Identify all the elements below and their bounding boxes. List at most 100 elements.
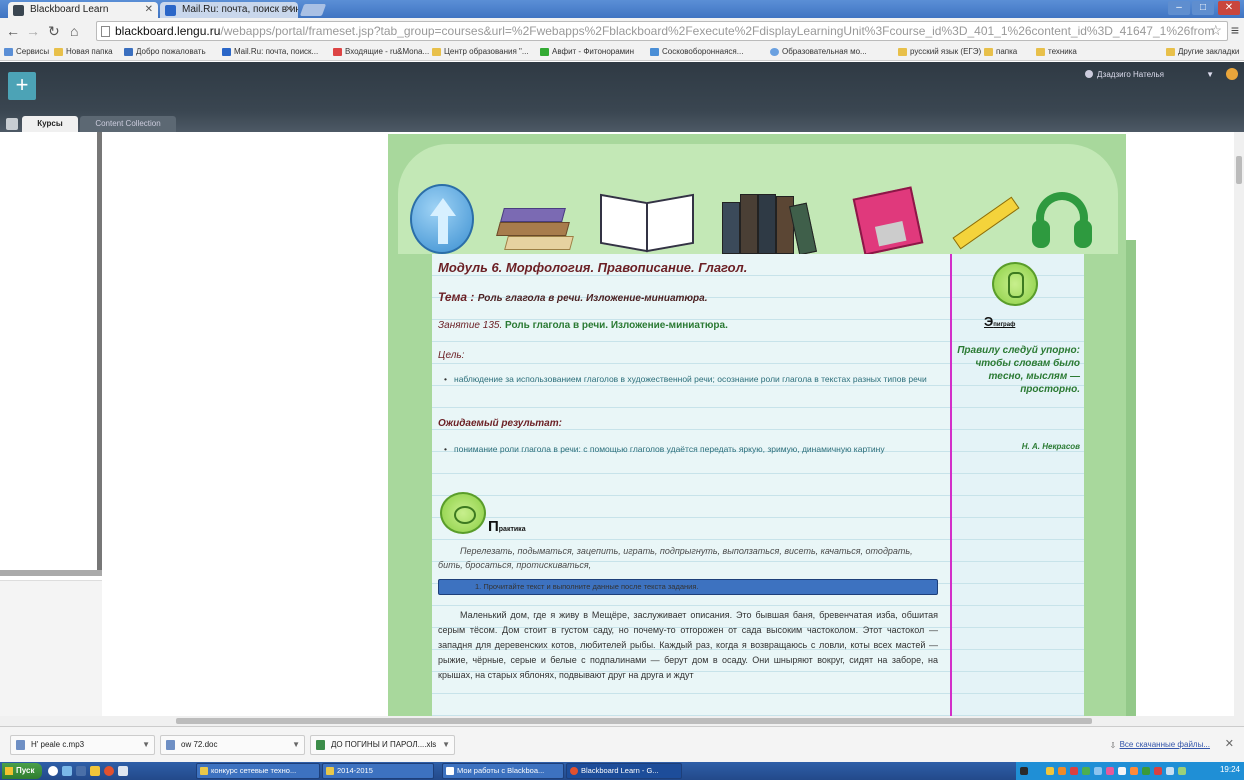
close-icon[interactable]: ✕ bbox=[1225, 737, 1234, 750]
bookmark-item[interactable]: папка bbox=[984, 46, 1017, 58]
bookmark-item[interactable]: Авфит - Фитонорамин bbox=[540, 46, 634, 58]
scroll-thumb[interactable] bbox=[1236, 156, 1242, 184]
folder-icon[interactable] bbox=[90, 766, 100, 776]
content-shadow bbox=[1126, 240, 1136, 716]
tray-app-icon[interactable] bbox=[1058, 767, 1066, 775]
lesson-number: Занятие 135. bbox=[438, 320, 503, 331]
tab-courses[interactable]: Курсы bbox=[22, 116, 78, 132]
bookmark-label: Сервисы bbox=[16, 47, 50, 56]
edit-pencil-icon[interactable] bbox=[6, 118, 18, 130]
bookmark-item[interactable]: русский язык (ЕГЭ) bbox=[898, 46, 981, 58]
ie-icon[interactable] bbox=[48, 766, 58, 776]
download-bar: Н' peale c.mp3 ▼ ow 72.doc ▼ ДО ПОГИНЫ И… bbox=[0, 726, 1244, 762]
epigraph-sidebar: Эпиграф Правилу следуй упорно: чтобы сло… bbox=[952, 254, 1084, 716]
result-heading: Ожидаемый результат: bbox=[438, 418, 562, 429]
floppy-disks-icon[interactable] bbox=[852, 186, 924, 256]
new-tab-button[interactable] bbox=[299, 4, 327, 16]
horizontal-scrollbar[interactable] bbox=[0, 716, 1244, 726]
start-button[interactable]: Пуск bbox=[2, 763, 42, 779]
address-bar[interactable]: blackboard.lengu.ru/webapps/portal/frame… bbox=[96, 21, 1228, 41]
bookmark-item[interactable]: Сервисы bbox=[4, 46, 49, 58]
language-icon[interactable] bbox=[1020, 767, 1028, 775]
download-filename: ДО ПОГИНЫ И ПАРОЛ....xls bbox=[331, 740, 437, 749]
open-book-icon[interactable] bbox=[600, 192, 696, 254]
books-stack-icon[interactable] bbox=[496, 196, 574, 252]
practice-rest: рактика bbox=[498, 526, 526, 533]
other-bookmarks[interactable]: Другие закладки bbox=[1166, 46, 1239, 58]
headphones-icon[interactable] bbox=[1030, 192, 1094, 254]
maximize-icon[interactable]: □ bbox=[1192, 1, 1214, 15]
tray-app-icon[interactable] bbox=[1106, 767, 1114, 775]
bookmark-item[interactable]: Входящие - ru&Mona... bbox=[333, 46, 429, 58]
up-arrow-icon[interactable] bbox=[410, 184, 474, 254]
tab-title: Mail.Ru: почта, поиск в инт bbox=[182, 4, 298, 15]
bookmark-item[interactable]: Mail.Ru: почта, поиск... bbox=[222, 46, 318, 58]
tab-close-icon[interactable]: ✕ bbox=[145, 2, 153, 18]
ruled-lines bbox=[952, 254, 1084, 716]
tray-app-icon[interactable] bbox=[1178, 767, 1186, 775]
download-item[interactable]: ДО ПОГИНЫ И ПАРОЛ....xls ▼ bbox=[310, 735, 455, 755]
page-icon bbox=[650, 48, 659, 56]
taskbar-item[interactable]: конкурс сетевые техно... bbox=[196, 763, 320, 779]
bookmark-item[interactable]: Сосковобороннаяся... bbox=[650, 46, 743, 58]
bookmark-item[interactable]: техника bbox=[1036, 46, 1077, 58]
desktop-icon[interactable] bbox=[76, 766, 86, 776]
topic-line: Тема : Роль глагола в речи. Изложение-ми… bbox=[438, 290, 708, 304]
hamburger-menu-icon[interactable]: ≡ bbox=[1231, 22, 1239, 38]
tray-app-icon[interactable] bbox=[1130, 767, 1138, 775]
bookmark-item[interactable]: Добро пожаловать bbox=[124, 46, 206, 58]
pencil-icon[interactable] bbox=[944, 196, 1020, 250]
tab-content-collection[interactable]: Content Collection bbox=[80, 116, 176, 132]
bookmark-star-icon[interactable]: ☆ bbox=[1209, 22, 1222, 39]
tray-app-icon[interactable] bbox=[1142, 767, 1150, 775]
taskbar-item[interactable]: 2014-2015 bbox=[322, 763, 434, 779]
taskbar-item[interactable]: Мои работы с Blackboa... bbox=[442, 763, 564, 779]
tab-mail-ru[interactable]: Mail.Ru: почта, поиск в инт ✕ bbox=[160, 2, 298, 18]
pane-divider[interactable] bbox=[97, 132, 102, 572]
chrome-icon[interactable] bbox=[104, 766, 114, 776]
tray-app-icon[interactable] bbox=[1166, 767, 1174, 775]
volume-icon[interactable] bbox=[1118, 767, 1126, 775]
tab-close-icon[interactable]: ✕ bbox=[285, 2, 293, 18]
chevron-down-icon[interactable]: ▼ bbox=[442, 736, 450, 754]
download-item[interactable]: Н' peale c.mp3 ▼ bbox=[10, 735, 155, 755]
chevron-down-icon[interactable]: ▼ bbox=[1206, 70, 1214, 79]
chevron-down-icon[interactable]: ▼ bbox=[292, 736, 300, 754]
result-item: понимание роли глагола в речи: с помощью… bbox=[444, 444, 934, 455]
notifications-icon[interactable] bbox=[1226, 68, 1238, 80]
pharmacy-icon bbox=[540, 48, 549, 56]
network-icon[interactable] bbox=[1094, 767, 1102, 775]
add-plus-button[interactable]: + bbox=[8, 72, 36, 100]
bookmark-item[interactable]: Новая папка bbox=[54, 46, 113, 58]
download-item[interactable]: ow 72.doc ▼ bbox=[160, 735, 305, 755]
tray-app-icon[interactable] bbox=[1154, 767, 1162, 775]
user-menu[interactable]: Дзадзиго Нателья bbox=[1085, 70, 1164, 79]
practice-words: Перелезать, подыматься, зацепить, играть… bbox=[438, 546, 913, 570]
reload-icon[interactable]: ↻ bbox=[48, 22, 60, 40]
back-arrow-icon[interactable]: ← bbox=[6, 22, 20, 40]
tray-app-icon[interactable] bbox=[1082, 767, 1090, 775]
bookmark-item[interactable]: Образовательная мо... bbox=[770, 46, 867, 58]
bookmark-label: папка bbox=[996, 47, 1018, 56]
tray-app-icon[interactable] bbox=[1046, 767, 1054, 775]
folder-icon bbox=[898, 48, 907, 56]
tab-blackboard-learn[interactable]: Blackboard Learn ✕ bbox=[8, 2, 158, 18]
bookmark-item[interactable]: Центр образования "... bbox=[432, 46, 529, 58]
lesson-text: Роль глагола в речи. Изложение-миниатюра… bbox=[502, 320, 728, 331]
forward-arrow-icon[interactable]: → bbox=[26, 22, 40, 40]
taskbar-item-active[interactable]: Blackboard Learn - G... bbox=[566, 763, 682, 779]
vertical-scrollbar[interactable] bbox=[1234, 132, 1244, 716]
media-icon[interactable] bbox=[118, 766, 128, 776]
pane-scrollbar[interactable] bbox=[0, 570, 102, 576]
minimize-icon[interactable]: – bbox=[1168, 1, 1190, 15]
home-icon[interactable]: ⌂ bbox=[70, 22, 78, 40]
download-filename: ow 72.doc bbox=[181, 740, 218, 749]
tray-app-icon[interactable] bbox=[1070, 767, 1078, 775]
chevron-down-icon[interactable]: ▼ bbox=[142, 736, 150, 754]
bookmark-label: Образовательная мо... bbox=[782, 47, 867, 56]
scroll-thumb[interactable] bbox=[176, 718, 1092, 724]
explorer-icon[interactable] bbox=[62, 766, 72, 776]
binders-icon[interactable] bbox=[722, 190, 822, 256]
show-all-downloads-link[interactable]: ⇩ Все скачанные файлы... bbox=[1110, 740, 1210, 750]
window-close-icon[interactable]: ✕ bbox=[1218, 1, 1240, 15]
